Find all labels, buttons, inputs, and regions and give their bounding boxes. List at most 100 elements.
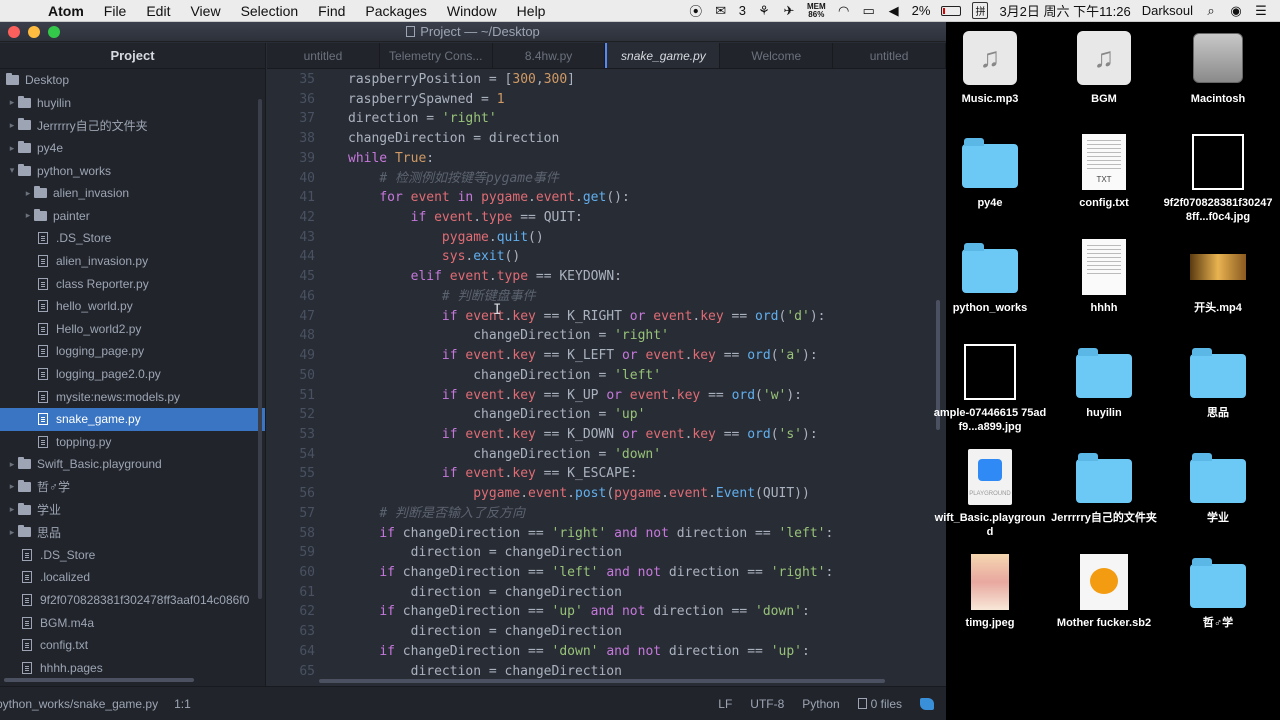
- tree-file-item[interactable]: .DS_Store: [0, 227, 265, 250]
- code-line[interactable]: 39 while True:: [267, 149, 946, 169]
- tree-folder-item[interactable]: ▾ python_works: [0, 159, 265, 182]
- code-line[interactable]: 61 direction = changeDirection: [267, 583, 946, 603]
- code-text[interactable]: changeDirection = 'up': [315, 405, 645, 425]
- tree-file-item[interactable]: alien_invasion.py: [0, 250, 265, 273]
- code-text[interactable]: if changeDirection == 'up' and not direc…: [315, 602, 810, 622]
- code-editor[interactable]: 35 raspberryPosition = [300,300] 36 raspber…: [267, 70, 946, 685]
- code-text[interactable]: raspberrySpawned = 1: [315, 90, 505, 110]
- tree-file-item[interactable]: hello_world.py: [0, 295, 265, 318]
- desktop-icon-huyilin[interactable]: huyilin: [1047, 344, 1161, 420]
- tree-folder-item[interactable]: ▸ 学业: [0, 498, 265, 521]
- code-line[interactable]: 38 changeDirection = direction: [267, 129, 946, 149]
- tree-file-item[interactable]: config.txt: [0, 634, 265, 657]
- tree-root-folder[interactable]: Desktop: [0, 69, 265, 92]
- tree-file-item[interactable]: logging_page2.0.py: [0, 363, 265, 386]
- spotlight-icon[interactable]: ⌕: [1204, 3, 1218, 19]
- line-number[interactable]: 48: [267, 326, 315, 346]
- title-bar[interactable]: Project — ~/Desktop: [0, 22, 946, 42]
- code-text[interactable]: if changeDirection == 'right' and not di…: [315, 524, 833, 544]
- desktop-icon-hhhh[interactable]: hhhh: [1047, 239, 1161, 315]
- clock[interactable]: 3月2日 周六 下午11:26: [999, 1, 1130, 20]
- tree-file-item[interactable]: logging_page.py: [0, 340, 265, 363]
- line-number[interactable]: 54: [267, 445, 315, 465]
- code-line[interactable]: 35 raspberryPosition = [300,300]: [267, 70, 946, 90]
- tree-folder-item[interactable]: ▸ Swift_Basic.playground: [0, 453, 265, 476]
- code-text[interactable]: pygame.event.post(pygame.event.Event(QUI…: [315, 484, 810, 504]
- line-number[interactable]: 56: [267, 484, 315, 504]
- siri-icon[interactable]: ◉: [1229, 3, 1243, 19]
- code-text[interactable]: if changeDirection == 'left' and not dir…: [315, 563, 833, 583]
- tree-folder-item[interactable]: ▸ painter: [0, 205, 265, 228]
- line-number[interactable]: 41: [267, 188, 315, 208]
- tab-telemetry-cons[interactable]: Telemetry Cons...: [380, 43, 493, 68]
- code-text[interactable]: # 检测例如按键等pygame事件: [315, 169, 559, 189]
- code-text[interactable]: if event.key == K_RIGHT or event.key == …: [315, 307, 826, 327]
- desktop-icon-py4e[interactable]: py4e: [933, 134, 1047, 210]
- code-line[interactable]: 46 # 判断键盘事件: [267, 287, 946, 307]
- code-text[interactable]: direction = changeDirection: [315, 583, 622, 603]
- code-text[interactable]: changeDirection = direction: [315, 129, 559, 149]
- menu-packages[interactable]: Packages: [355, 3, 436, 19]
- code-text[interactable]: direction = changeDirection: [315, 543, 622, 563]
- desktop-icon-wift-basic-playground[interactable]: PLAYGROUND wift_Basic.playground: [933, 449, 1047, 539]
- code-text[interactable]: if event.type == QUIT:: [315, 208, 583, 228]
- chevron-right-icon[interactable]: ▸: [6, 527, 18, 538]
- line-number[interactable]: 37: [267, 109, 315, 129]
- code-line[interactable]: 56 pygame.event.post(pygame.event.Event(…: [267, 484, 946, 504]
- tree-folder-item[interactable]: ▸ 哲♂学: [0, 476, 265, 499]
- code-text[interactable]: changeDirection = 'right': [315, 326, 669, 346]
- line-number[interactable]: 42: [267, 208, 315, 228]
- record-icon[interactable]: ⦿: [689, 1, 703, 20]
- notification-center-icon[interactable]: ☰: [1254, 3, 1268, 19]
- cursor-position[interactable]: 1:1: [174, 697, 191, 711]
- line-number[interactable]: 36: [267, 90, 315, 110]
- line-number[interactable]: 43: [267, 228, 315, 248]
- code-line[interactable]: 51 if event.key == K_UP or event.key == …: [267, 386, 946, 406]
- chevron-right-icon[interactable]: ▸: [6, 459, 18, 470]
- line-number[interactable]: 59: [267, 543, 315, 563]
- code-line[interactable]: 47 if event.key == K_RIGHT or event.key …: [267, 307, 946, 327]
- desktop-icon-bgm[interactable]: ♫ BGM: [1047, 30, 1161, 106]
- menu-window[interactable]: Window: [437, 3, 507, 19]
- code-line[interactable]: 60 if changeDirection == 'left' and not …: [267, 563, 946, 583]
- tab-snake-game-py[interactable]: snake_game.py: [605, 43, 721, 68]
- desktop-icon-timg-jpeg[interactable]: timg.jpeg: [933, 554, 1047, 630]
- code-line[interactable]: 58 if changeDirection == 'right' and not…: [267, 524, 946, 544]
- code-text[interactable]: pygame.quit(): [315, 228, 544, 248]
- code-line[interactable]: 62 if changeDirection == 'up' and not di…: [267, 602, 946, 622]
- code-text[interactable]: raspberryPosition = [300,300]: [315, 70, 575, 90]
- line-number[interactable]: 38: [267, 129, 315, 149]
- teletype-bird-icon[interactable]: [920, 697, 934, 710]
- code-text[interactable]: sys.exit(): [315, 247, 520, 267]
- line-number[interactable]: 55: [267, 464, 315, 484]
- desktop-icon-ample-07446615-75adf9-a899-jpg[interactable]: ample-07446615 75adf9...a899.jpg: [933, 344, 1047, 434]
- tree-file-item[interactable]: .DS_Store: [0, 543, 265, 566]
- volume-icon[interactable]: ◀: [887, 3, 901, 19]
- tree-file-item[interactable]: snake_game.py: [0, 407, 265, 431]
- menu-help[interactable]: Help: [507, 3, 556, 19]
- tree-file-item[interactable]: BGM.m4a: [0, 611, 265, 634]
- code-text[interactable]: if event.key == K_DOWN or event.key == o…: [315, 425, 818, 445]
- code-line[interactable]: 37 direction = 'right': [267, 109, 946, 129]
- menu-file[interactable]: File: [94, 3, 137, 19]
- desktop-icon-jerrrrry[interactable]: Jerrrrry自己的文件夹: [1047, 449, 1161, 525]
- chevron-down-icon[interactable]: ▾: [6, 165, 18, 176]
- code-line[interactable]: 36 raspberrySpawned = 1: [267, 90, 946, 110]
- code-line[interactable]: 43 pygame.quit(): [267, 228, 946, 248]
- battery-icon[interactable]: [941, 5, 962, 16]
- desktop-icon-item[interactable]: 思品: [1161, 344, 1275, 420]
- code-line[interactable]: 52 changeDirection = 'up': [267, 405, 946, 425]
- code-line[interactable]: 57 # 判断是否输入了反方向: [267, 504, 946, 524]
- wechat-icon[interactable]: ✉: [714, 3, 728, 19]
- chevron-right-icon[interactable]: ▸: [22, 188, 34, 199]
- desktop-icon-item[interactable]: 哲♂学: [1161, 554, 1275, 630]
- bird-icon[interactable]: ✈: [782, 3, 796, 19]
- line-number[interactable]: 46: [267, 287, 315, 307]
- line-number[interactable]: 63: [267, 622, 315, 642]
- tab-untitled[interactable]: untitled: [833, 43, 946, 68]
- line-number[interactable]: 53: [267, 425, 315, 445]
- line-number[interactable]: 52: [267, 405, 315, 425]
- tree-horizontal-scrollbar[interactable]: [4, 678, 194, 682]
- line-number[interactable]: 50: [267, 366, 315, 386]
- line-number[interactable]: 62: [267, 602, 315, 622]
